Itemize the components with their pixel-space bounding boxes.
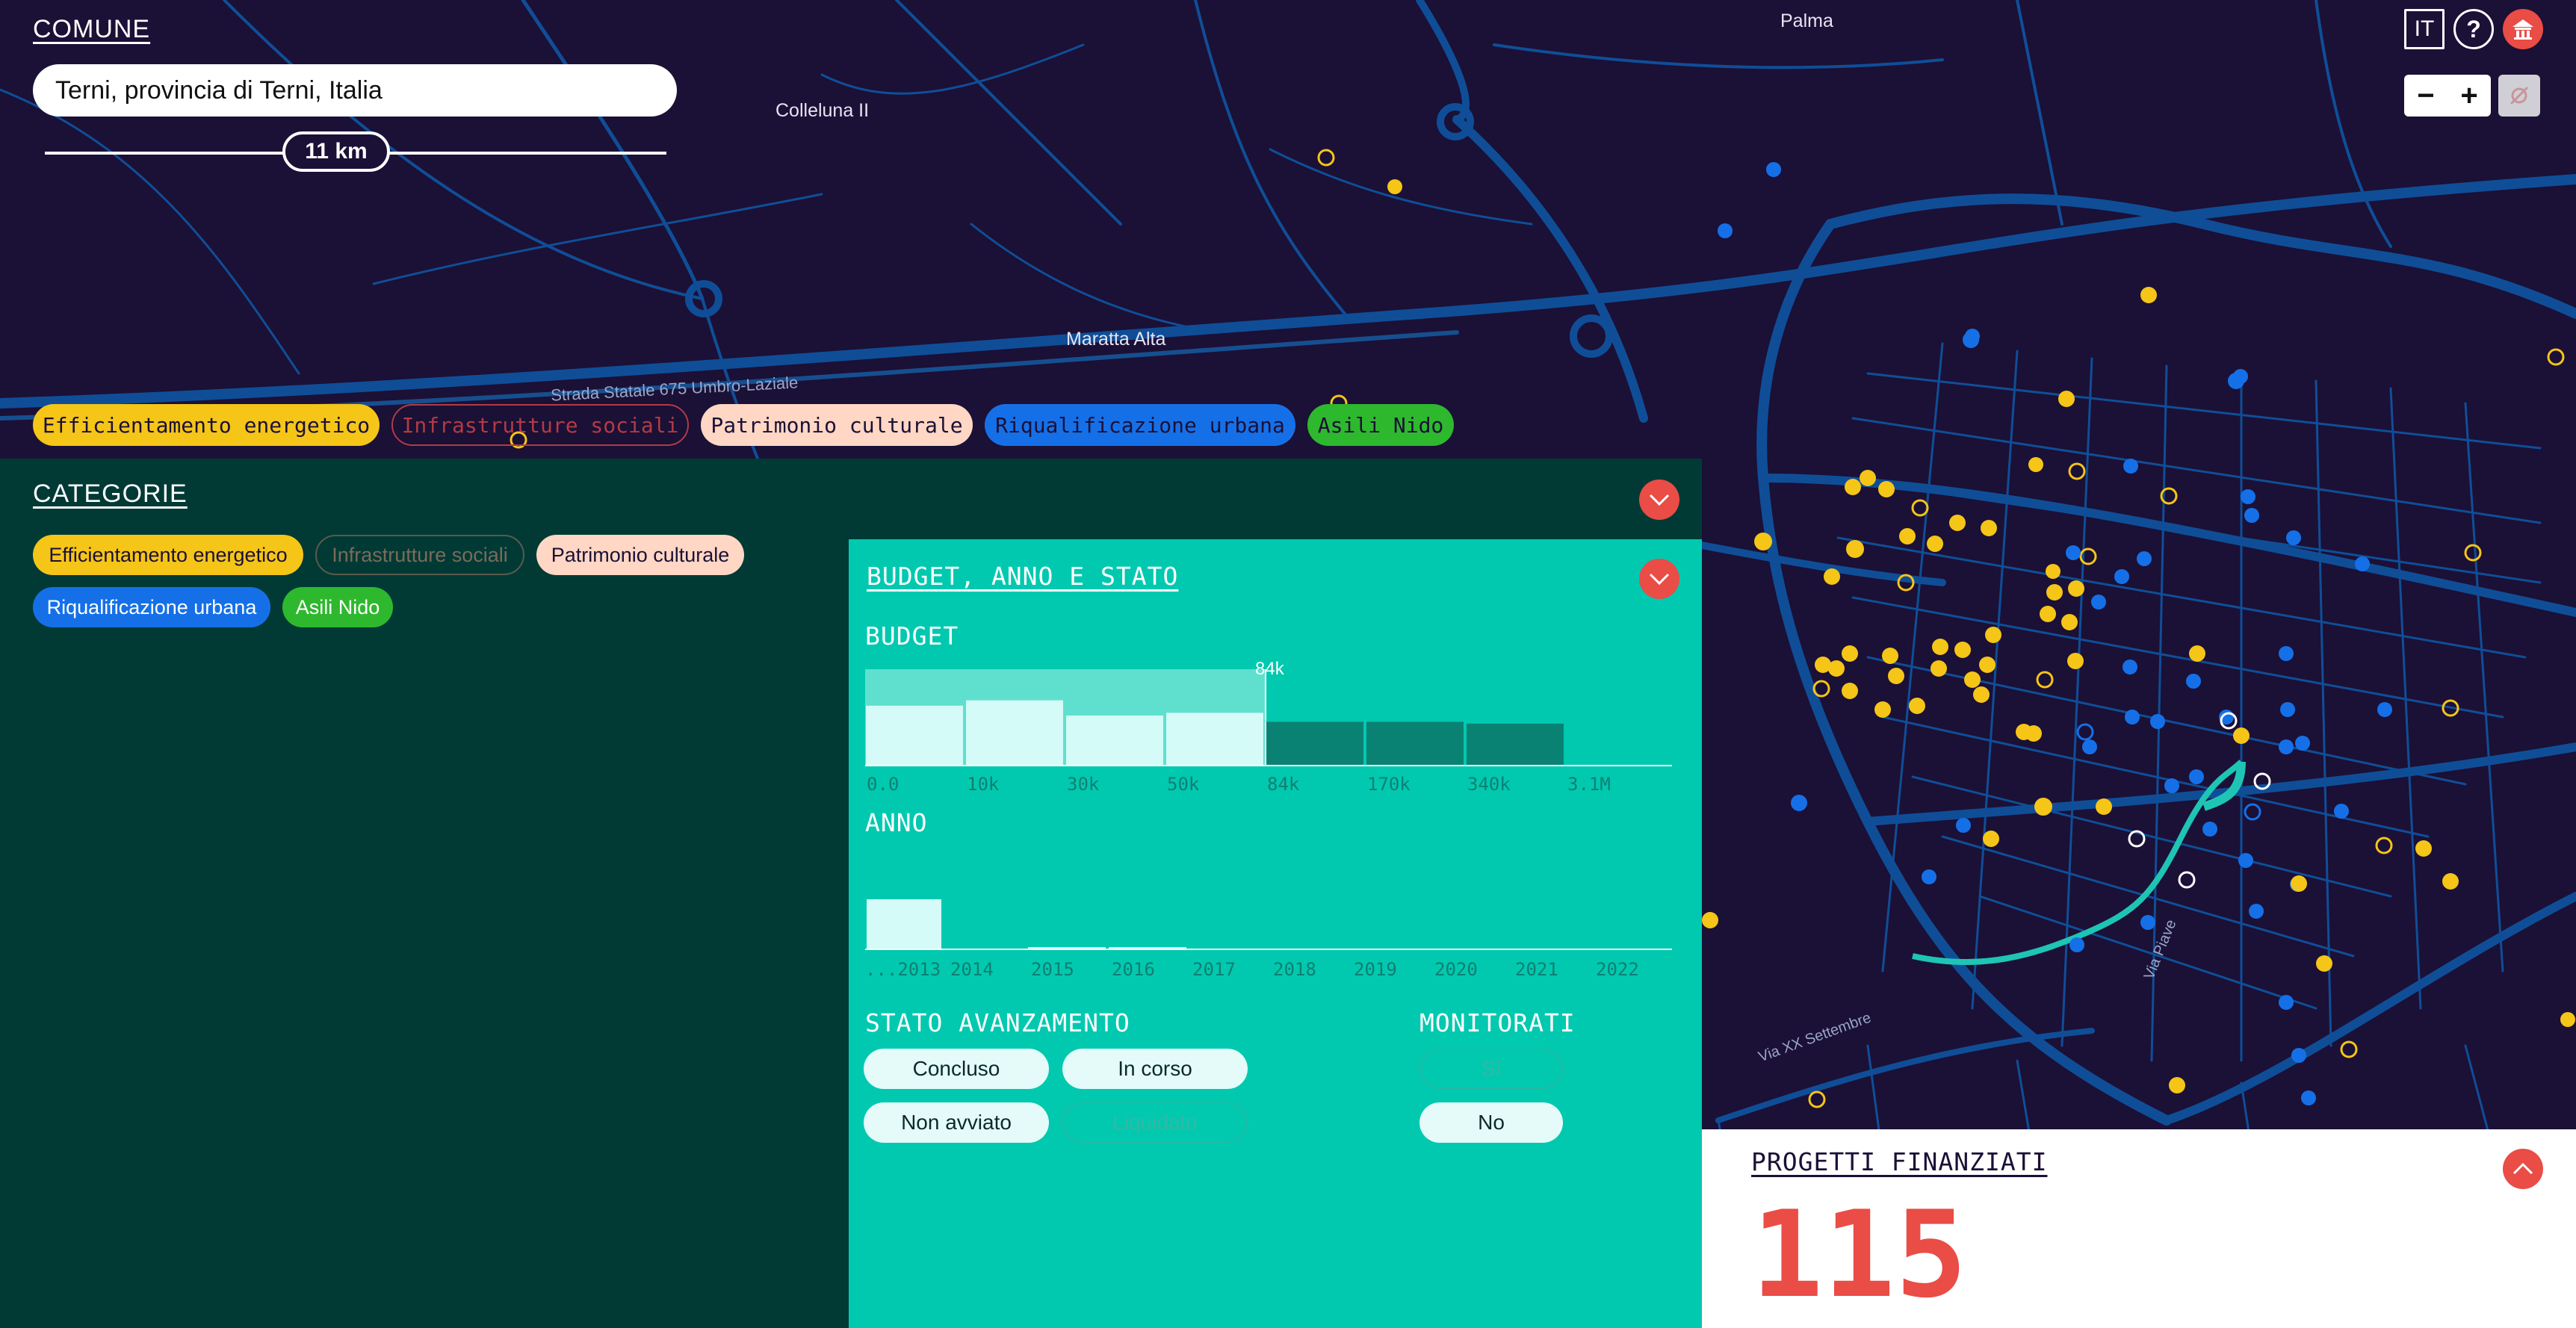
budget-marker-label: 84k [1255,659,1284,679]
progetti-count: 115 [1751,1185,1967,1324]
year-tick-label: 2014 [950,959,994,980]
locate-button[interactable] [2498,75,2540,117]
status-liquidato-button[interactable]: Liquidato [1062,1102,1248,1143]
category-infrastrutture[interactable]: Infrastrutture sociali [315,535,524,575]
progetti-title: PROGETTI FINANZIATI [1751,1147,2048,1176]
year-tick-label: 2020 [1434,959,1478,980]
year-bar[interactable] [1109,947,1186,949]
map-label-maratta: Maratta Alta [1066,329,1166,350]
zoom-out-button[interactable]: − [2404,79,2447,113]
building-icon [2512,19,2533,40]
year-tick-label: 2017 [1192,959,1236,980]
year-tick-label: 2016 [1112,959,1155,980]
budget-tick-label: 340k [1467,774,1511,795]
year-tick-label: 2018 [1273,959,1316,980]
zoom-in-button[interactable]: + [2447,79,2491,113]
budget-tick-label: 30k [1067,774,1100,795]
categorie-collapse-button[interactable] [1639,480,1679,520]
chevron-down-icon [1649,494,1670,506]
year-tick-label: 2022 [1596,959,1639,980]
budget-tick-label: 0.0 [867,774,900,795]
progetti-expand-button[interactable] [2503,1149,2543,1189]
monitored-no-button[interactable]: No [1419,1102,1563,1143]
status-concluso-button[interactable]: Concluso [864,1049,1049,1089]
chevron-down-icon [1649,573,1670,586]
year-tick-label: 2015 [1031,959,1074,980]
status-non-avviato-button[interactable]: Non avviato [864,1102,1049,1143]
category-asili[interactable]: Asili Nido [282,587,393,627]
category-riqualificazione[interactable]: Riqualificazione urbana [33,587,270,627]
status-in-corso-button[interactable]: In corso [1062,1049,1248,1089]
budget-title: BUDGET [865,621,959,651]
budget-tick-label: 84k [1267,774,1300,795]
status-title: STATO AVANZAMENTO [865,1008,1130,1037]
radius-slider-thumb[interactable]: 11 km [282,131,390,172]
year-tick-label: ...2013 [865,959,941,980]
budget-bar[interactable] [966,700,1063,765]
progetti-panel: PROGETTI FINANZIATI 115 [1702,1129,2576,1328]
locate-off-icon [2510,86,2529,105]
category-efficientamento[interactable]: Efficientamento energetico [33,535,303,575]
budget-bar[interactable] [1166,713,1263,765]
categorie-title: CATEGORIE [33,480,188,508]
budget-bar[interactable] [1266,722,1363,765]
budget-panel: BUDGET, ANNO E STATO BUDGET 84k ANNO STA… [849,539,1702,1328]
map-filter-riqualificazione[interactable]: Riqualificazione urbana [985,404,1295,446]
language-button[interactable]: IT [2404,9,2445,49]
budget-bar[interactable] [1467,723,1564,765]
map-filter-asili[interactable]: Asili Nido [1307,404,1454,446]
monitored-si-button[interactable]: Sì [1419,1049,1563,1089]
budget-collapse-button[interactable] [1639,559,1679,599]
year-chart[interactable] [865,853,1675,958]
category-patrimonio[interactable]: Patrimonio culturale [536,535,744,575]
budget-bar[interactable] [1366,722,1464,765]
budget-tick-label: 50k [1167,774,1200,795]
year-tick-label: 2021 [1515,959,1558,980]
help-button[interactable]: ? [2453,9,2494,49]
year-tick-label: 2019 [1354,959,1397,980]
budget-tick-label: 170k [1367,774,1411,795]
budget-tick-label: 10k [967,774,1000,795]
comune-title: COMUNE [33,15,151,43]
map-filter-patrimonio[interactable]: Patrimonio culturale [701,404,973,446]
chevron-up-icon [2512,1162,2533,1175]
map-label-palma: Palma [1780,10,1833,31]
year-bar[interactable] [867,899,941,949]
comune-search-input[interactable] [33,64,677,117]
budget-chart[interactable] [865,662,1675,781]
monitored-title: MONITORATI [1419,1008,1576,1037]
budget-bar[interactable] [866,705,963,765]
year-bar[interactable] [1028,947,1106,949]
map-label-colleluna: Colleluna II [775,100,870,121]
zoom-control: − + [2404,75,2491,117]
budget-bar[interactable] [1066,716,1163,765]
year-title: ANNO [865,808,928,837]
app-logo-button[interactable] [2503,9,2543,49]
budget-panel-title: BUDGET, ANNO E STATO [867,562,1179,591]
map-filter-efficientamento[interactable]: Efficientamento energetico [33,404,380,446]
budget-tick-label: 3.1M [1567,774,1611,795]
map-filter-infrastrutture[interactable]: Infrastrutture sociali [391,404,689,446]
